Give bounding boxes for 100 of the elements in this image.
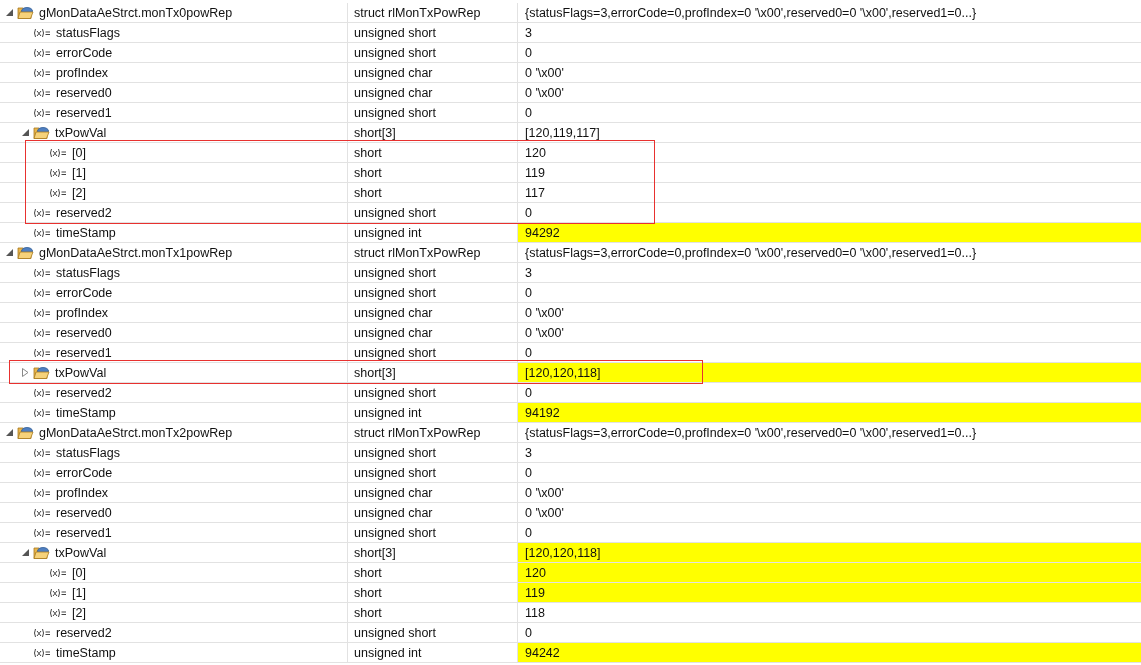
variable-type: unsigned char: [354, 505, 433, 520]
variable-type: unsigned short: [354, 105, 436, 120]
expanded-triangle-icon[interactable]: [4, 427, 14, 438]
variable-icon: [33, 47, 51, 58]
variable-name: reserved2: [56, 205, 112, 220]
expanded-triangle-icon[interactable]: [4, 7, 14, 18]
variable-icon: [33, 307, 51, 318]
value-cell-text: 0: [524, 44, 533, 62]
variable-icon: [33, 627, 51, 638]
value-cell-text: 120: [524, 144, 547, 162]
variable-type: unsigned short: [354, 385, 436, 400]
changed-value-cell: 94242: [518, 643, 1141, 662]
value-cell-text: 0: [524, 524, 533, 542]
variable-icon: [33, 447, 51, 458]
variable-type: short[3]: [354, 365, 396, 380]
variable-name: reserved1: [56, 345, 112, 360]
variable-name: timeStamp: [56, 225, 116, 240]
value-cell-text: 117: [524, 184, 546, 202]
variable-name: txPowVal: [55, 365, 107, 380]
variable-type: struct rlMonTxPowRep: [354, 425, 481, 440]
variable-type: struct rlMonTxPowRep: [354, 245, 481, 260]
variable-type: short: [354, 185, 382, 200]
value-cell-text: {statusFlags=3,errorCode=0,profIndex=0 '\x00',reserved0=0 '\x00',reserved1=0...}: [524, 424, 978, 442]
variable-icon: [33, 107, 51, 118]
variable-name: errorCode: [56, 45, 113, 60]
variable-type: unsigned int: [354, 405, 422, 420]
folder-icon: [17, 5, 34, 20]
variable-name: [2]: [72, 605, 86, 620]
variable-name: [1]: [72, 585, 86, 600]
variable-icon: [33, 287, 51, 298]
variable-name: gMonDataAeStrct.monTx0powRep: [39, 5, 233, 20]
variable-name: profIndex: [56, 305, 109, 320]
variable-icon: [49, 607, 67, 618]
variable-name: txPowVal: [55, 125, 107, 140]
variable-name: reserved1: [56, 525, 112, 540]
folder-icon: [33, 125, 50, 140]
expanded-triangle-icon[interactable]: [20, 127, 30, 138]
folder-icon: [33, 545, 50, 560]
variable-icon: [33, 207, 51, 218]
variable-name: profIndex: [56, 65, 109, 80]
variable-type: unsigned short: [354, 445, 436, 460]
variable-type: short[3]: [354, 125, 396, 140]
variable-type: unsigned short: [354, 25, 436, 40]
variable-icon: [49, 147, 67, 158]
variable-name: [0]: [72, 145, 86, 160]
variable-name: statusFlags: [56, 445, 120, 460]
variable-name: reserved0: [56, 325, 112, 340]
expanded-triangle-icon[interactable]: [20, 547, 30, 558]
value-cell-text: 0: [524, 204, 533, 222]
variable-name: statusFlags: [56, 265, 120, 280]
value-cell-text: 0: [524, 284, 533, 302]
variable-name: txPowVal: [55, 545, 107, 560]
folder-icon: [17, 245, 34, 260]
variable-type: unsigned short: [354, 205, 436, 220]
variable-type: unsigned short: [354, 285, 436, 300]
variable-icon: [49, 187, 67, 198]
variable-type: unsigned short: [354, 465, 436, 480]
value-cell-text: [120,119,117]: [524, 124, 601, 142]
variable-name: gMonDataAeStrct.monTx1powRep: [39, 245, 233, 260]
expanded-triangle-icon[interactable]: [4, 247, 14, 258]
variable-icon: [49, 167, 67, 178]
variable-name: reserved2: [56, 625, 112, 640]
variable-type: short[3]: [354, 545, 396, 560]
variable-icon: [33, 647, 51, 658]
value-cell-text: 119: [524, 164, 546, 182]
value-cell-text: 3: [524, 444, 533, 462]
value-cell-text: 0 '\x00': [524, 84, 565, 102]
variable-name: statusFlags: [56, 25, 120, 40]
variable-icon: [33, 347, 51, 358]
variable-type: unsigned int: [354, 645, 422, 660]
variable-icon: [33, 27, 51, 38]
variable-name: timeStamp: [56, 645, 116, 660]
variable-name: reserved0: [56, 505, 112, 520]
variable-icon: [49, 567, 67, 578]
variable-icon: [49, 587, 67, 598]
variable-type: short: [354, 565, 382, 580]
variable-icon: [33, 467, 51, 478]
value-cell-text: 3: [524, 264, 533, 282]
value-cell-text: 0 '\x00': [524, 484, 565, 502]
variable-name: reserved0: [56, 85, 112, 100]
variable-name: errorCode: [56, 465, 113, 480]
variable-name: [0]: [72, 565, 86, 580]
value-cell-text: {statusFlags=3,errorCode=0,profIndex=0 '\x00',reserved0=0 '\x00',reserved1=0...}: [524, 4, 978, 22]
variable-icon: [33, 487, 51, 498]
changed-value-cell: [120,120,118]: [518, 363, 1141, 382]
variable-type: unsigned char: [354, 85, 433, 100]
variable-type: unsigned short: [354, 525, 436, 540]
value-cell-text: {statusFlags=3,errorCode=0,profIndex=0 '\x00',reserved0=0 '\x00',reserved1=0...}: [524, 244, 978, 262]
value-cell-text: 0: [524, 624, 533, 642]
variable-type: short: [354, 145, 382, 160]
collapsed-triangle-icon[interactable]: [20, 367, 30, 378]
value-cell-text: 0 '\x00': [524, 64, 565, 82]
variable-icon: [33, 87, 51, 98]
variable-name: gMonDataAeStrct.monTx2powRep: [39, 425, 233, 440]
variable-type: unsigned short: [354, 45, 436, 60]
variable-type: unsigned char: [354, 485, 433, 500]
value-cell-text: 0 '\x00': [524, 504, 565, 522]
changed-value-cell: [120,120,118]: [518, 543, 1141, 562]
variable-icon: [33, 67, 51, 78]
variable-type: short: [354, 605, 382, 620]
